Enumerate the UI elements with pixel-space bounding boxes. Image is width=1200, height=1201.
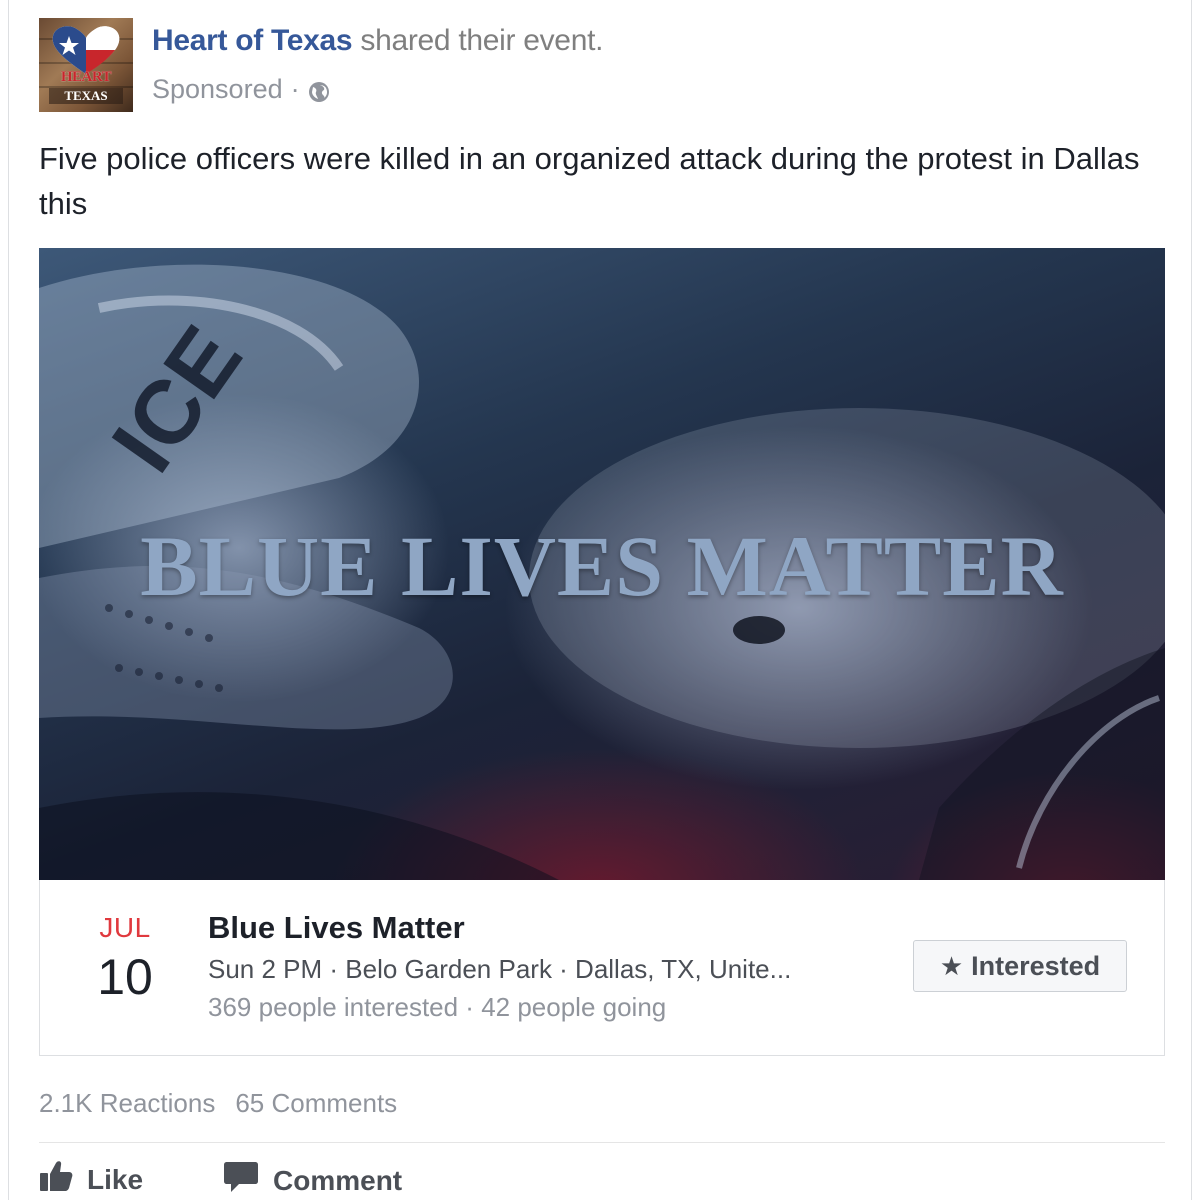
comment-button[interactable]: Comment <box>223 1160 402 1201</box>
feed-post: HEART TEXAS Heart of Texas shared their … <box>8 0 1192 1200</box>
event-title-link[interactable]: Blue Lives Matter <box>208 910 465 946</box>
engagement-summary: 2.1K Reactions 65 Comments <box>39 1088 397 1119</box>
like-button[interactable]: Like <box>39 1160 143 1199</box>
page-name-link[interactable]: Heart of Texas <box>152 24 353 57</box>
event-stats: 369 people interested · 42 people going <box>208 992 667 1022</box>
action-divider <box>39 1142 1165 1143</box>
post-meta: Sponsored · <box>152 74 330 105</box>
star-icon: ★ <box>939 951 964 981</box>
globe-icon[interactable] <box>308 79 330 102</box>
interested-button[interactable]: ★ Interested <box>913 940 1127 992</box>
event-day: 10 <box>97 949 153 1005</box>
cover-title-text: BLUE LIVES MATTER <box>140 518 1064 614</box>
meta-separator: · <box>290 74 300 104</box>
thumbs-up-icon <box>39 1160 73 1199</box>
shared-event-text: shared their event. <box>352 24 604 57</box>
event-details: Sun 2 PM · Belo Garden Park · Dallas, TX… <box>208 954 792 984</box>
logo-word-texas: TEXAS <box>49 88 123 104</box>
sponsored-label[interactable]: Sponsored <box>152 74 283 105</box>
post-body-text: Five police officers were killed in an o… <box>39 141 1140 221</box>
event-card[interactable]: JUL 10 Blue Lives Matter Sun 2 PM · Belo… <box>39 880 1165 1056</box>
reactions-count[interactable]: 2.1K Reactions <box>39 1088 215 1119</box>
comment-label: Comment <box>273 1164 403 1196</box>
event-cover-image[interactable]: ICE BLUE LIVES MATTER <box>39 248 1165 880</box>
logo-word-heart: HEART <box>60 69 112 85</box>
post-header: Heart of Texas shared their event. <box>152 24 603 58</box>
comment-bubble-icon <box>223 1160 259 1201</box>
page-avatar[interactable]: HEART TEXAS <box>39 18 133 112</box>
interested-button-label: Interested <box>971 950 1101 981</box>
event-month: JUL <box>99 912 151 943</box>
comments-count[interactable]: 65 Comments <box>235 1088 397 1119</box>
like-label: Like <box>87 1163 144 1195</box>
